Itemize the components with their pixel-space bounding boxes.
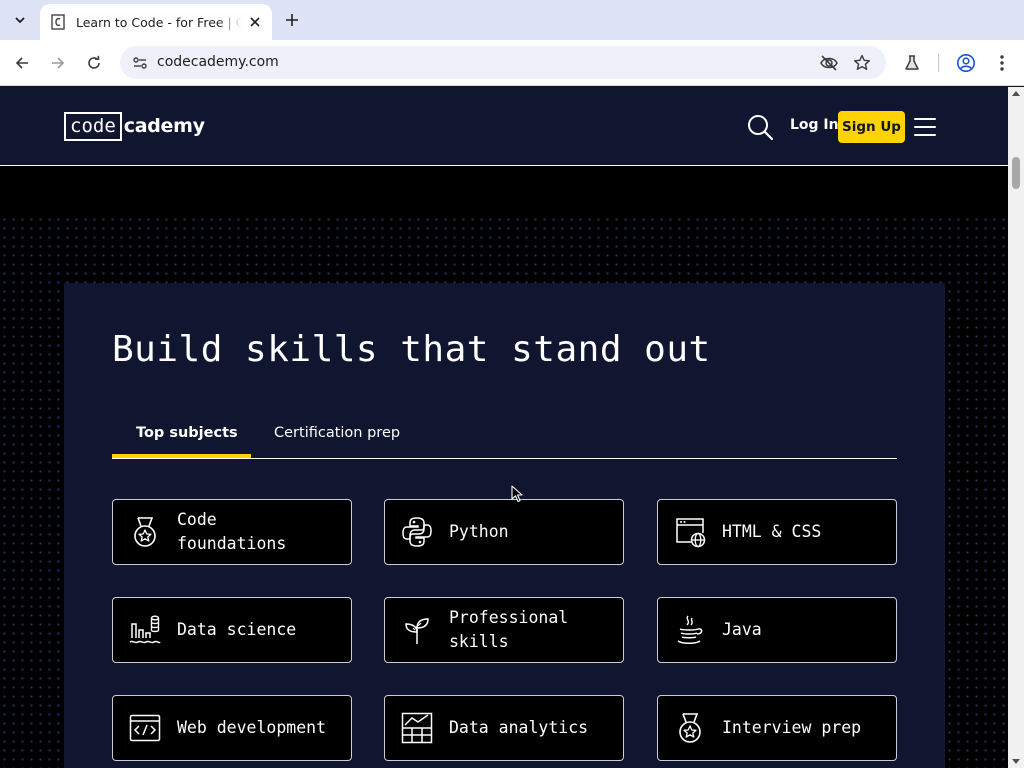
- subject-label: Data science: [177, 620, 297, 639]
- scroll-down-arrow-icon[interactable]: [1012, 759, 1020, 764]
- toolbar-separator: [938, 54, 939, 72]
- tab-title: Learn to Code - for Free | Codecademy: [76, 14, 242, 30]
- subject-label: Data analytics: [449, 718, 589, 737]
- search-icon: [748, 115, 774, 141]
- coffee-cup-icon: [674, 614, 706, 646]
- profile-icon[interactable]: [955, 52, 977, 74]
- back-button[interactable]: [9, 50, 35, 76]
- medal-star-icon: [129, 516, 161, 548]
- subject-label: Java: [722, 620, 762, 639]
- subject-label: Web development: [177, 718, 327, 737]
- subject-tile-interview-prep[interactable]: Interview prep: [657, 695, 897, 761]
- scrollbar-thumb[interactable]: [1012, 157, 1020, 189]
- subject-label: Python: [449, 522, 509, 541]
- page-scrollbar[interactable]: [1008, 87, 1024, 768]
- tab-certification-prep[interactable]: Certification prep: [274, 425, 400, 441]
- browser-tabstrip: Learn to Code - for Free | Codecademy: [0, 0, 1024, 40]
- url-text[interactable]: codecademy.com: [157, 54, 279, 70]
- subject-tile-java[interactable]: Java: [657, 597, 897, 663]
- subject-label: Professional skills: [449, 608, 569, 651]
- login-link[interactable]: Log In: [790, 117, 839, 133]
- arrow-right-icon: [52, 57, 65, 69]
- site-info-icon[interactable]: [128, 51, 152, 75]
- search-button[interactable]: [745, 112, 775, 142]
- page-viewport: code cademy Log In Sign Up Build skills …: [0, 87, 1008, 768]
- subject-tile-python[interactable]: Python: [384, 499, 624, 565]
- subject-tile-html-css[interactable]: HTML & CSS: [657, 499, 897, 565]
- signup-button[interactable]: Sign Up: [838, 111, 905, 143]
- code-window-icon: [129, 712, 161, 744]
- skills-section: Build skills that stand out Top subjects…: [64, 283, 945, 768]
- mouse-cursor-icon: [511, 485, 523, 503]
- close-tab-icon[interactable]: [246, 13, 264, 31]
- new-tab-button[interactable]: [280, 8, 304, 32]
- chevron-down-icon: [15, 17, 25, 24]
- browser-toolbar: codecademy.com: [0, 40, 1024, 86]
- tab-search-button[interactable]: [6, 6, 34, 34]
- logo-boxed-text: code: [64, 111, 122, 141]
- plus-icon: [286, 14, 298, 26]
- arrow-left-icon: [15, 57, 28, 69]
- subject-label: Code foundations: [177, 510, 287, 553]
- subject-tile-web-development[interactable]: Web development: [112, 695, 352, 761]
- subject-label: HTML & CSS: [722, 522, 822, 541]
- subject-tile-data-science[interactable]: Data science: [112, 597, 352, 663]
- tab-top-subjects[interactable]: Top subjects: [136, 425, 238, 441]
- reload-button[interactable]: [81, 50, 107, 76]
- subject-tile-data-analytics[interactable]: Data analytics: [384, 695, 624, 761]
- logo-text: cademy: [123, 115, 205, 137]
- subject-tile-professional-skills[interactable]: Professional skills: [384, 597, 624, 663]
- section-title: Build skills that stand out: [112, 329, 711, 370]
- codecademy-logo[interactable]: code cademy: [64, 111, 205, 141]
- bookmark-star-icon[interactable]: [851, 52, 873, 74]
- address-bar[interactable]: codecademy.com: [120, 46, 886, 79]
- subject-tile-code-foundations[interactable]: Code foundations: [112, 499, 352, 565]
- active-tab-indicator: [112, 454, 251, 458]
- medal-star-icon: [674, 712, 706, 744]
- scroll-up-arrow-icon[interactable]: [1012, 91, 1020, 96]
- site-header: code cademy Log In Sign Up: [0, 87, 1008, 166]
- browser-globe-icon: [674, 516, 706, 548]
- menu-hamburger-icon[interactable]: [913, 115, 937, 139]
- subject-tabs: Top subjects Certification prep: [112, 415, 897, 459]
- sprout-icon: [401, 614, 433, 646]
- forward-button[interactable]: [45, 50, 71, 76]
- labs-flask-icon[interactable]: [901, 52, 923, 74]
- more-options-icon[interactable]: [991, 52, 1013, 74]
- bar-chart-database-icon: [129, 614, 161, 646]
- python-icon: [401, 516, 433, 548]
- spreadsheet-chart-icon: [401, 712, 433, 744]
- reload-icon: [88, 55, 100, 69]
- subject-label: Interview prep: [722, 718, 862, 737]
- eye-slash-icon[interactable]: [818, 52, 840, 74]
- codecademy-favicon-icon: [50, 14, 66, 30]
- browser-tab-active[interactable]: Learn to Code - for Free | Codecademy: [40, 4, 272, 40]
